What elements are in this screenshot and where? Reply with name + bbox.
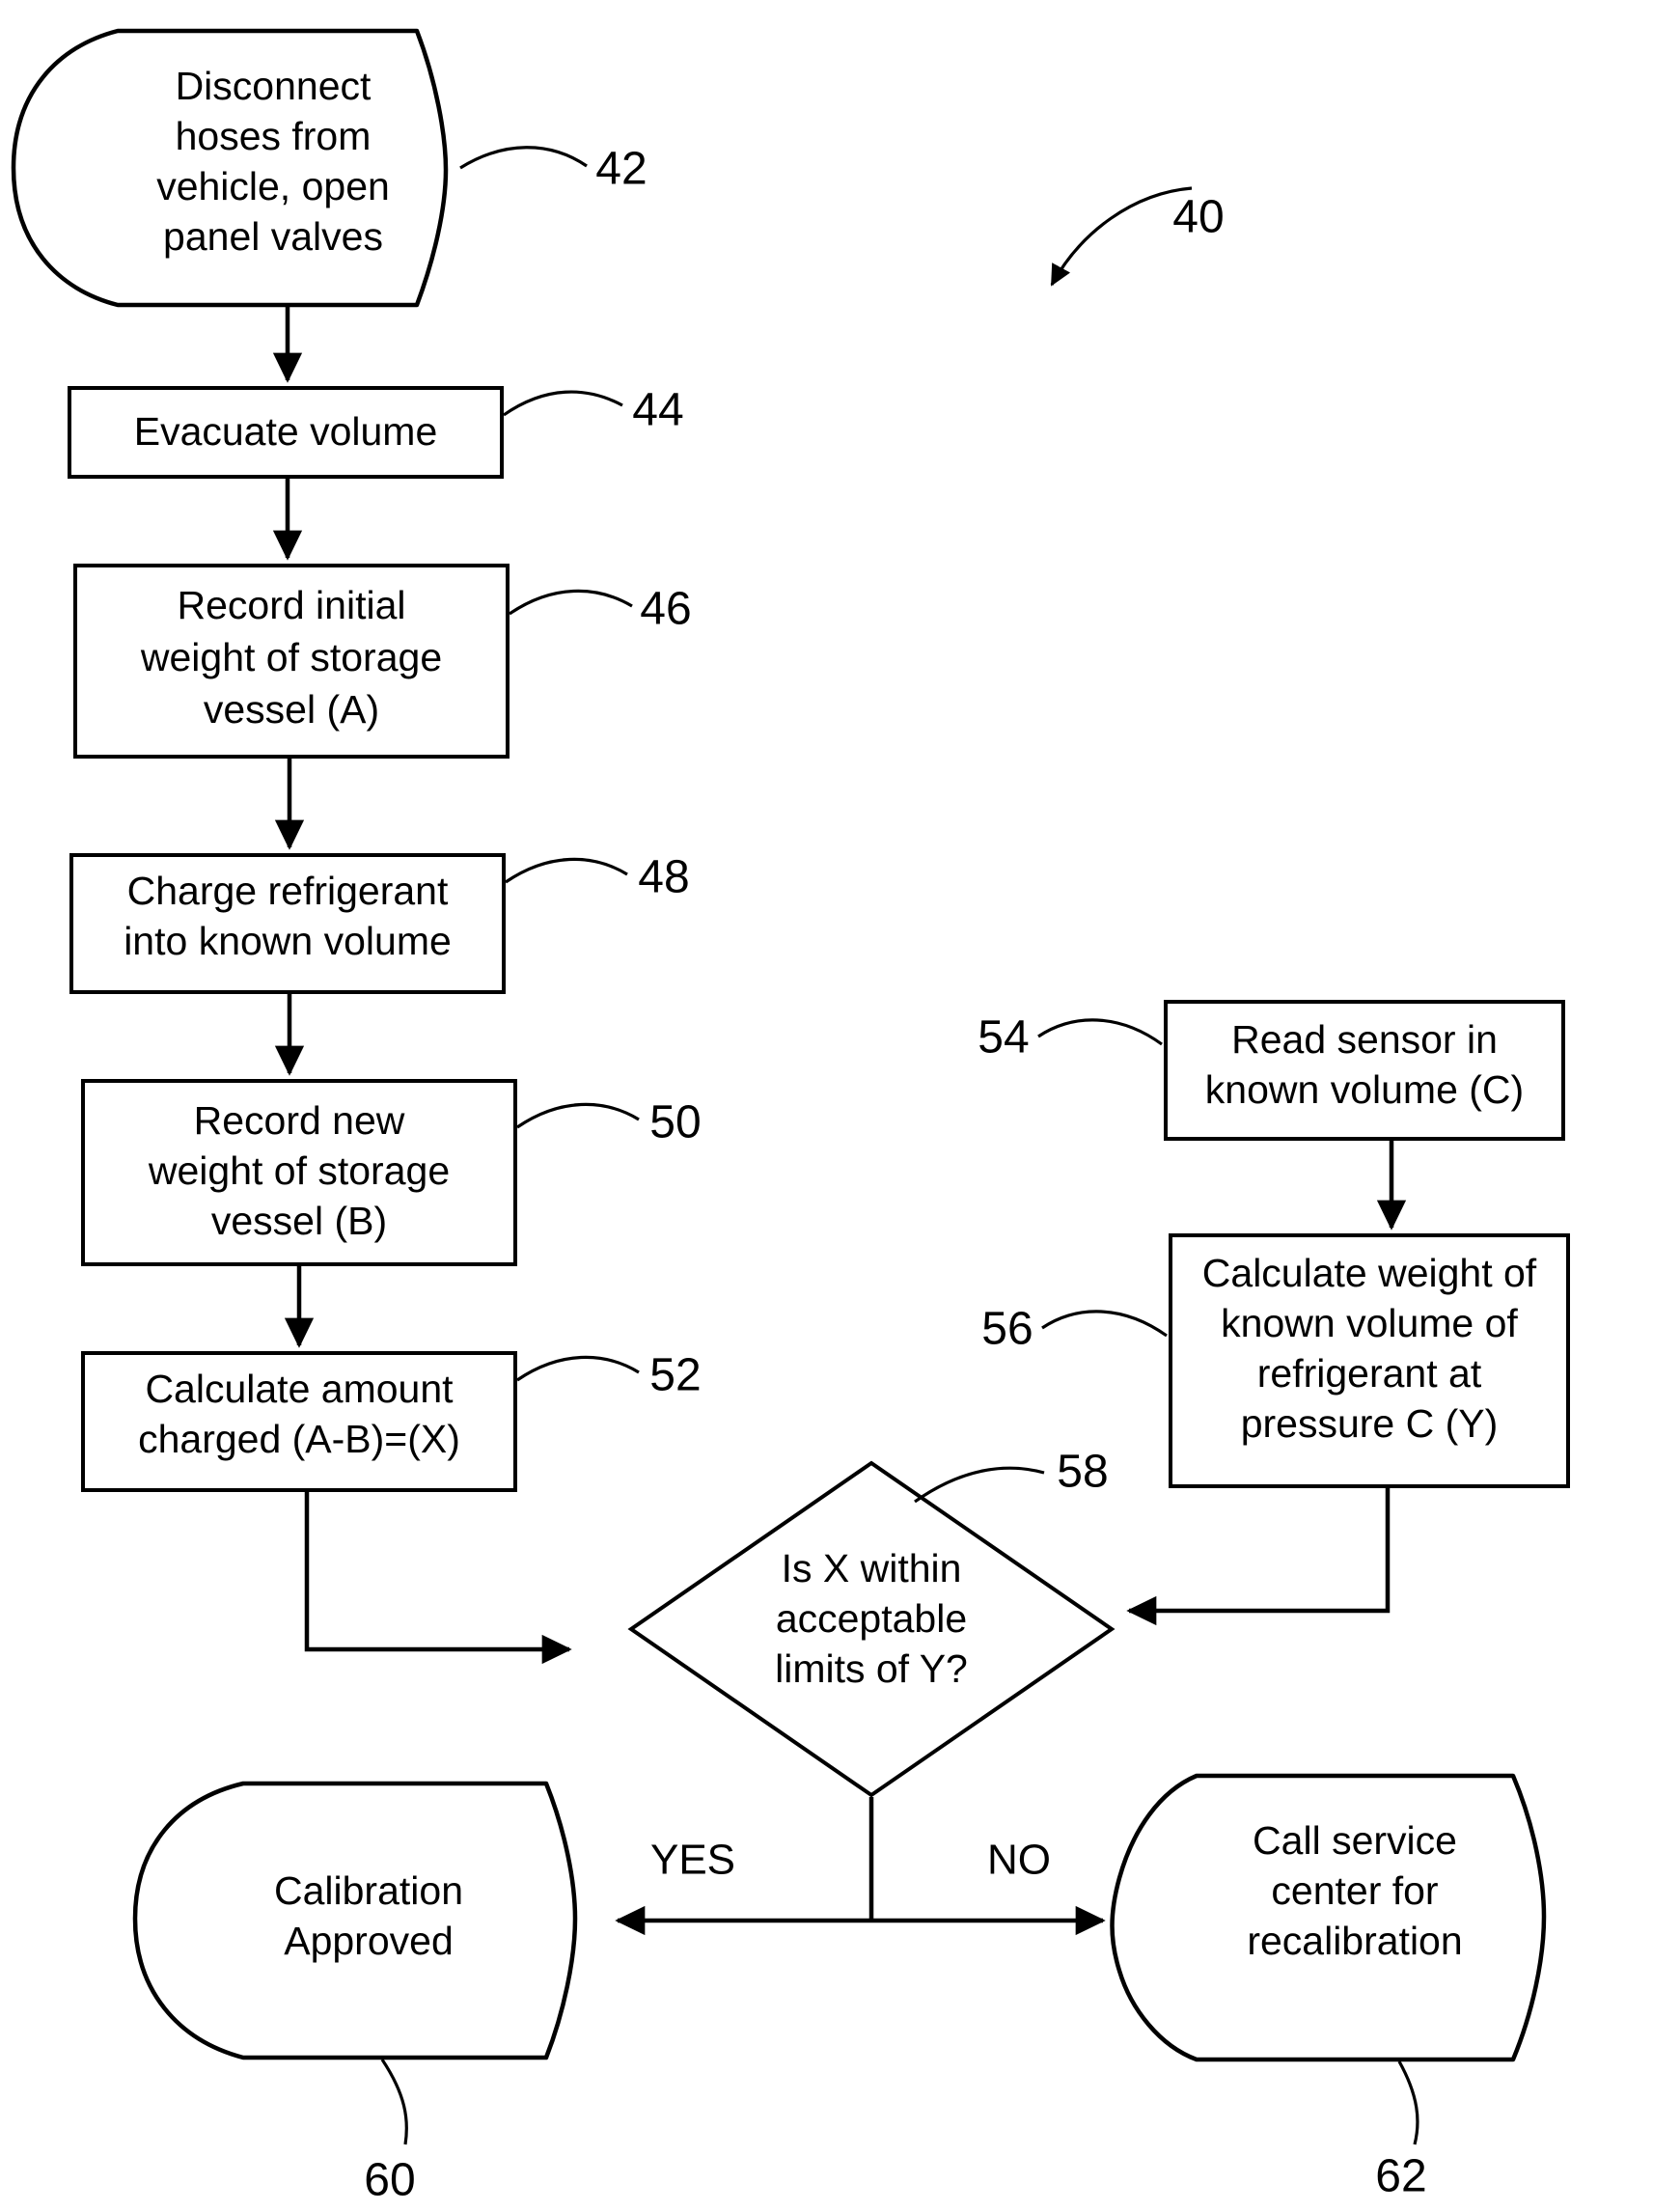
- node-calculate-amount-charged[interactable]: Calculate amount charged (A-B)=(X): [81, 1351, 517, 1492]
- ref-leader-54: 54: [978, 1012, 1163, 1064]
- ref-leader-62: 62: [1375, 2060, 1427, 2202]
- node-evacuate-volume[interactable]: Evacuate volume: [68, 386, 504, 479]
- figure-ref-40: 40: [1050, 186, 1225, 287]
- node-52-line-2: charged (A-B)=(X): [138, 1417, 460, 1461]
- node-44-line-1: Evacuate volume: [134, 409, 438, 454]
- node-call-service-center[interactable]: Call service center for recalibration: [1110, 1773, 1547, 2062]
- node-42-line-1: Disconnect: [176, 64, 372, 108]
- edge-52-to-58: [304, 1492, 572, 1665]
- flowchart-canvas: 40 Disconnect hoses from vehicle, open p…: [0, 0, 1653, 2212]
- ref-leader-50: 50: [516, 1097, 702, 1148]
- node-42-line-3: vehicle, open: [156, 164, 390, 208]
- node-58-line-3: limits of Y?: [775, 1646, 968, 1691]
- node-42-line-4: panel valves: [163, 214, 383, 259]
- ref-56-label: 56: [981, 1304, 1033, 1355]
- node-disconnect-hoses[interactable]: Disconnect hoses from vehicle, open pane…: [11, 28, 449, 308]
- node-record-initial-weight[interactable]: Record initial weight of storage vessel …: [73, 564, 510, 759]
- ref-leader-44: 44: [503, 385, 684, 436]
- node-42-line-2: hoses from: [176, 114, 372, 158]
- ref-leader-52: 52: [516, 1350, 702, 1401]
- node-record-new-weight[interactable]: Record new weight of storage vessel (B): [81, 1079, 517, 1266]
- patent-flowchart: 40 Disconnect hoses from vehicle, open p…: [11, 28, 1570, 2206]
- node-54-line-1: Read sensor in: [1231, 1017, 1498, 1062]
- node-54-line-2: known volume (C): [1205, 1067, 1524, 1112]
- node-50-line-3: vessel (B): [211, 1199, 387, 1243]
- branch-label-no: NO: [987, 1837, 1051, 1884]
- node-52-line-1: Calculate amount: [145, 1367, 454, 1411]
- node-46-line-3: vessel (A): [204, 687, 379, 732]
- node-56-line-4: pressure C (Y): [1241, 1401, 1499, 1446]
- ref-46-label: 46: [640, 584, 691, 635]
- node-58-line-1: Is X within: [782, 1546, 962, 1590]
- node-48-line-1: Charge refrigerant: [127, 869, 449, 913]
- node-50-line-2: weight of storage: [148, 1148, 450, 1193]
- node-48-line-2: into known volume: [124, 919, 452, 963]
- ref-60-label: 60: [364, 2155, 415, 2206]
- node-60-line-1: Calibration: [274, 1868, 463, 1913]
- ref-42-label: 42: [595, 144, 647, 195]
- ref-58-label: 58: [1057, 1447, 1108, 1498]
- node-calibration-approved[interactable]: Calibration Approved: [132, 1781, 578, 2060]
- node-62-line-2: center for: [1271, 1868, 1438, 1913]
- ref-leader-48: 48: [505, 852, 690, 903]
- node-58-line-2: acceptable: [776, 1596, 967, 1641]
- figure-ref-40-label: 40: [1172, 192, 1224, 243]
- node-calculate-weight-known-volume[interactable]: Calculate weight of known volume of refr…: [1169, 1233, 1570, 1488]
- ref-leader-56: 56: [981, 1304, 1168, 1355]
- node-charge-refrigerant[interactable]: Charge refrigerant into known volume: [69, 853, 506, 994]
- ref-52-label: 52: [649, 1350, 701, 1401]
- node-62-line-1: Call service: [1253, 1818, 1457, 1863]
- ref-44-label: 44: [632, 385, 683, 436]
- ref-leader-58: 58: [914, 1447, 1109, 1504]
- ref-leader-46: 46: [509, 584, 692, 635]
- node-46-line-2: weight of storage: [140, 635, 442, 679]
- node-read-sensor[interactable]: Read sensor in known volume (C): [1164, 1000, 1565, 1141]
- node-decision-x-within-limits[interactable]: Is X within acceptable limits of Y?: [627, 1460, 1116, 1798]
- node-62-line-3: recalibration: [1247, 1919, 1462, 1963]
- node-60-line-2: Approved: [284, 1919, 454, 1963]
- edge-56-to-58: [1126, 1488, 1391, 1626]
- ref-leader-42: 42: [459, 144, 647, 195]
- node-56-line-2: known volume of: [1221, 1301, 1518, 1345]
- ref-48-label: 48: [638, 852, 689, 903]
- branch-label-yes: YES: [650, 1837, 735, 1884]
- ref-leader-60: 60: [364, 2059, 416, 2206]
- ref-54-label: 54: [978, 1012, 1029, 1064]
- node-56-line-1: Calculate weight of: [1202, 1251, 1537, 1295]
- node-46-line-1: Record initial: [178, 583, 406, 627]
- node-56-line-3: refrigerant at: [1257, 1351, 1482, 1396]
- ref-50-label: 50: [649, 1097, 701, 1148]
- ref-62-label: 62: [1375, 2151, 1426, 2202]
- node-50-line-1: Record new: [194, 1098, 405, 1143]
